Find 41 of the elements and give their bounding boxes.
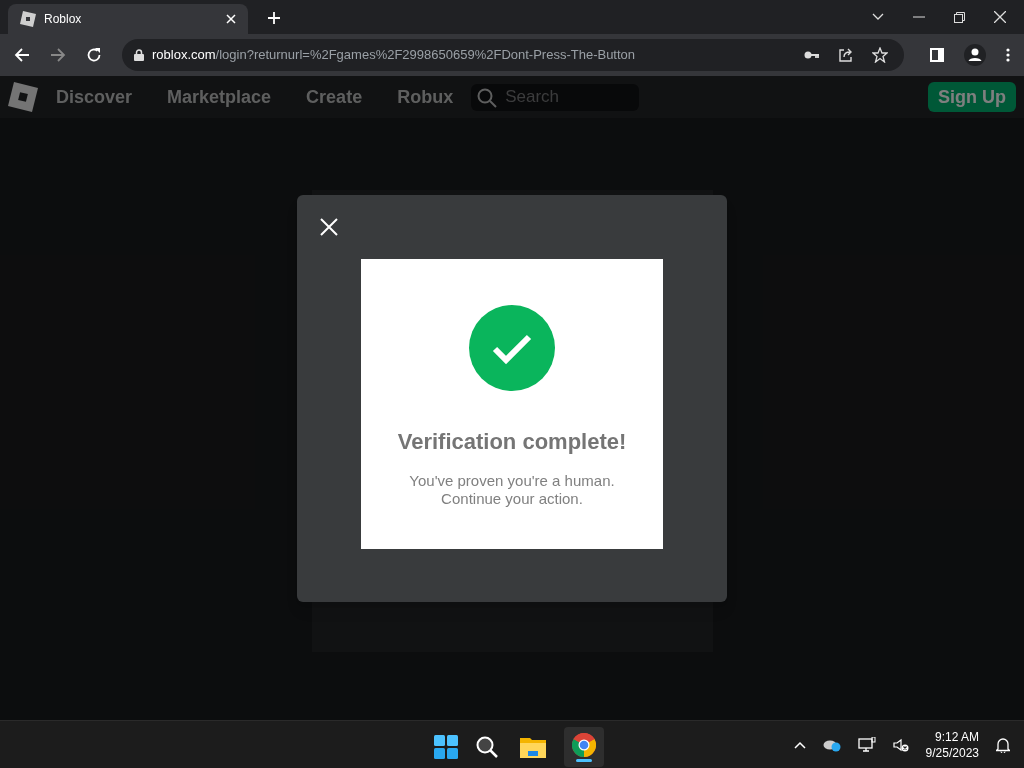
check-circle-icon (469, 305, 555, 391)
roblox-logo-icon[interactable] (8, 82, 38, 112)
address-bar[interactable]: roblox.com/login?returnurl=%2Fgames%2F2998650659%2FDont-Press-The-Button (122, 39, 904, 71)
chrome-icon (572, 732, 596, 757)
verification-message: You've proven you're a human. Continue your action. (409, 472, 615, 508)
search-icon[interactable] (476, 736, 498, 758)
tab-title: Roblox (44, 11, 83, 28)
browser-tab[interactable]: Roblox (8, 4, 248, 34)
roblox-logo-icon (20, 11, 36, 27)
nav-link[interactable]: Robux (397, 83, 454, 111)
url-path: /login?returnurl=%2Fgames%2F2998650659%2FDont-Press-The-Button (215, 47, 636, 63)
sign-up-button[interactable]: Sign Up (928, 82, 1016, 112)
taskbar-app-button[interactable] (564, 727, 604, 767)
profile-icon[interactable] (964, 44, 986, 66)
monitor-icon[interactable] (857, 736, 876, 753)
forward-icon[interactable] (50, 47, 66, 63)
search-icon (477, 87, 498, 108)
clock-time[interactable]: 9:12 AM (934, 728, 979, 745)
chevron-down-icon[interactable] (872, 13, 884, 21)
url-host: roblox.com (152, 47, 216, 63)
restore-icon[interactable] (954, 11, 965, 23)
star-icon[interactable] (872, 47, 888, 63)
nav-link[interactable]: Discover (56, 83, 133, 111)
reload-icon[interactable] (86, 47, 102, 63)
nav-link[interactable]: Marketplace (167, 83, 272, 111)
more-icon[interactable] (1006, 48, 1010, 62)
key-icon[interactable] (804, 50, 820, 60)
folder-icon[interactable] (520, 736, 546, 758)
verification-title: Verification complete! (397, 428, 627, 456)
back-icon[interactable] (14, 47, 30, 63)
clock-date[interactable]: 9/25/2023 (925, 744, 979, 761)
side-panel-icon[interactable] (930, 48, 944, 62)
windows-start-icon[interactable] (434, 735, 458, 759)
close-icon[interactable] (994, 11, 1006, 23)
lock-icon (134, 49, 144, 61)
bell-icon[interactable] (996, 736, 1010, 753)
nav-link[interactable]: Create (306, 83, 363, 111)
speaker-muted-icon[interactable] (892, 737, 909, 752)
share-icon[interactable] (838, 47, 854, 63)
new-tab-icon[interactable] (268, 12, 280, 24)
chevron-up-icon[interactable] (793, 740, 806, 749)
